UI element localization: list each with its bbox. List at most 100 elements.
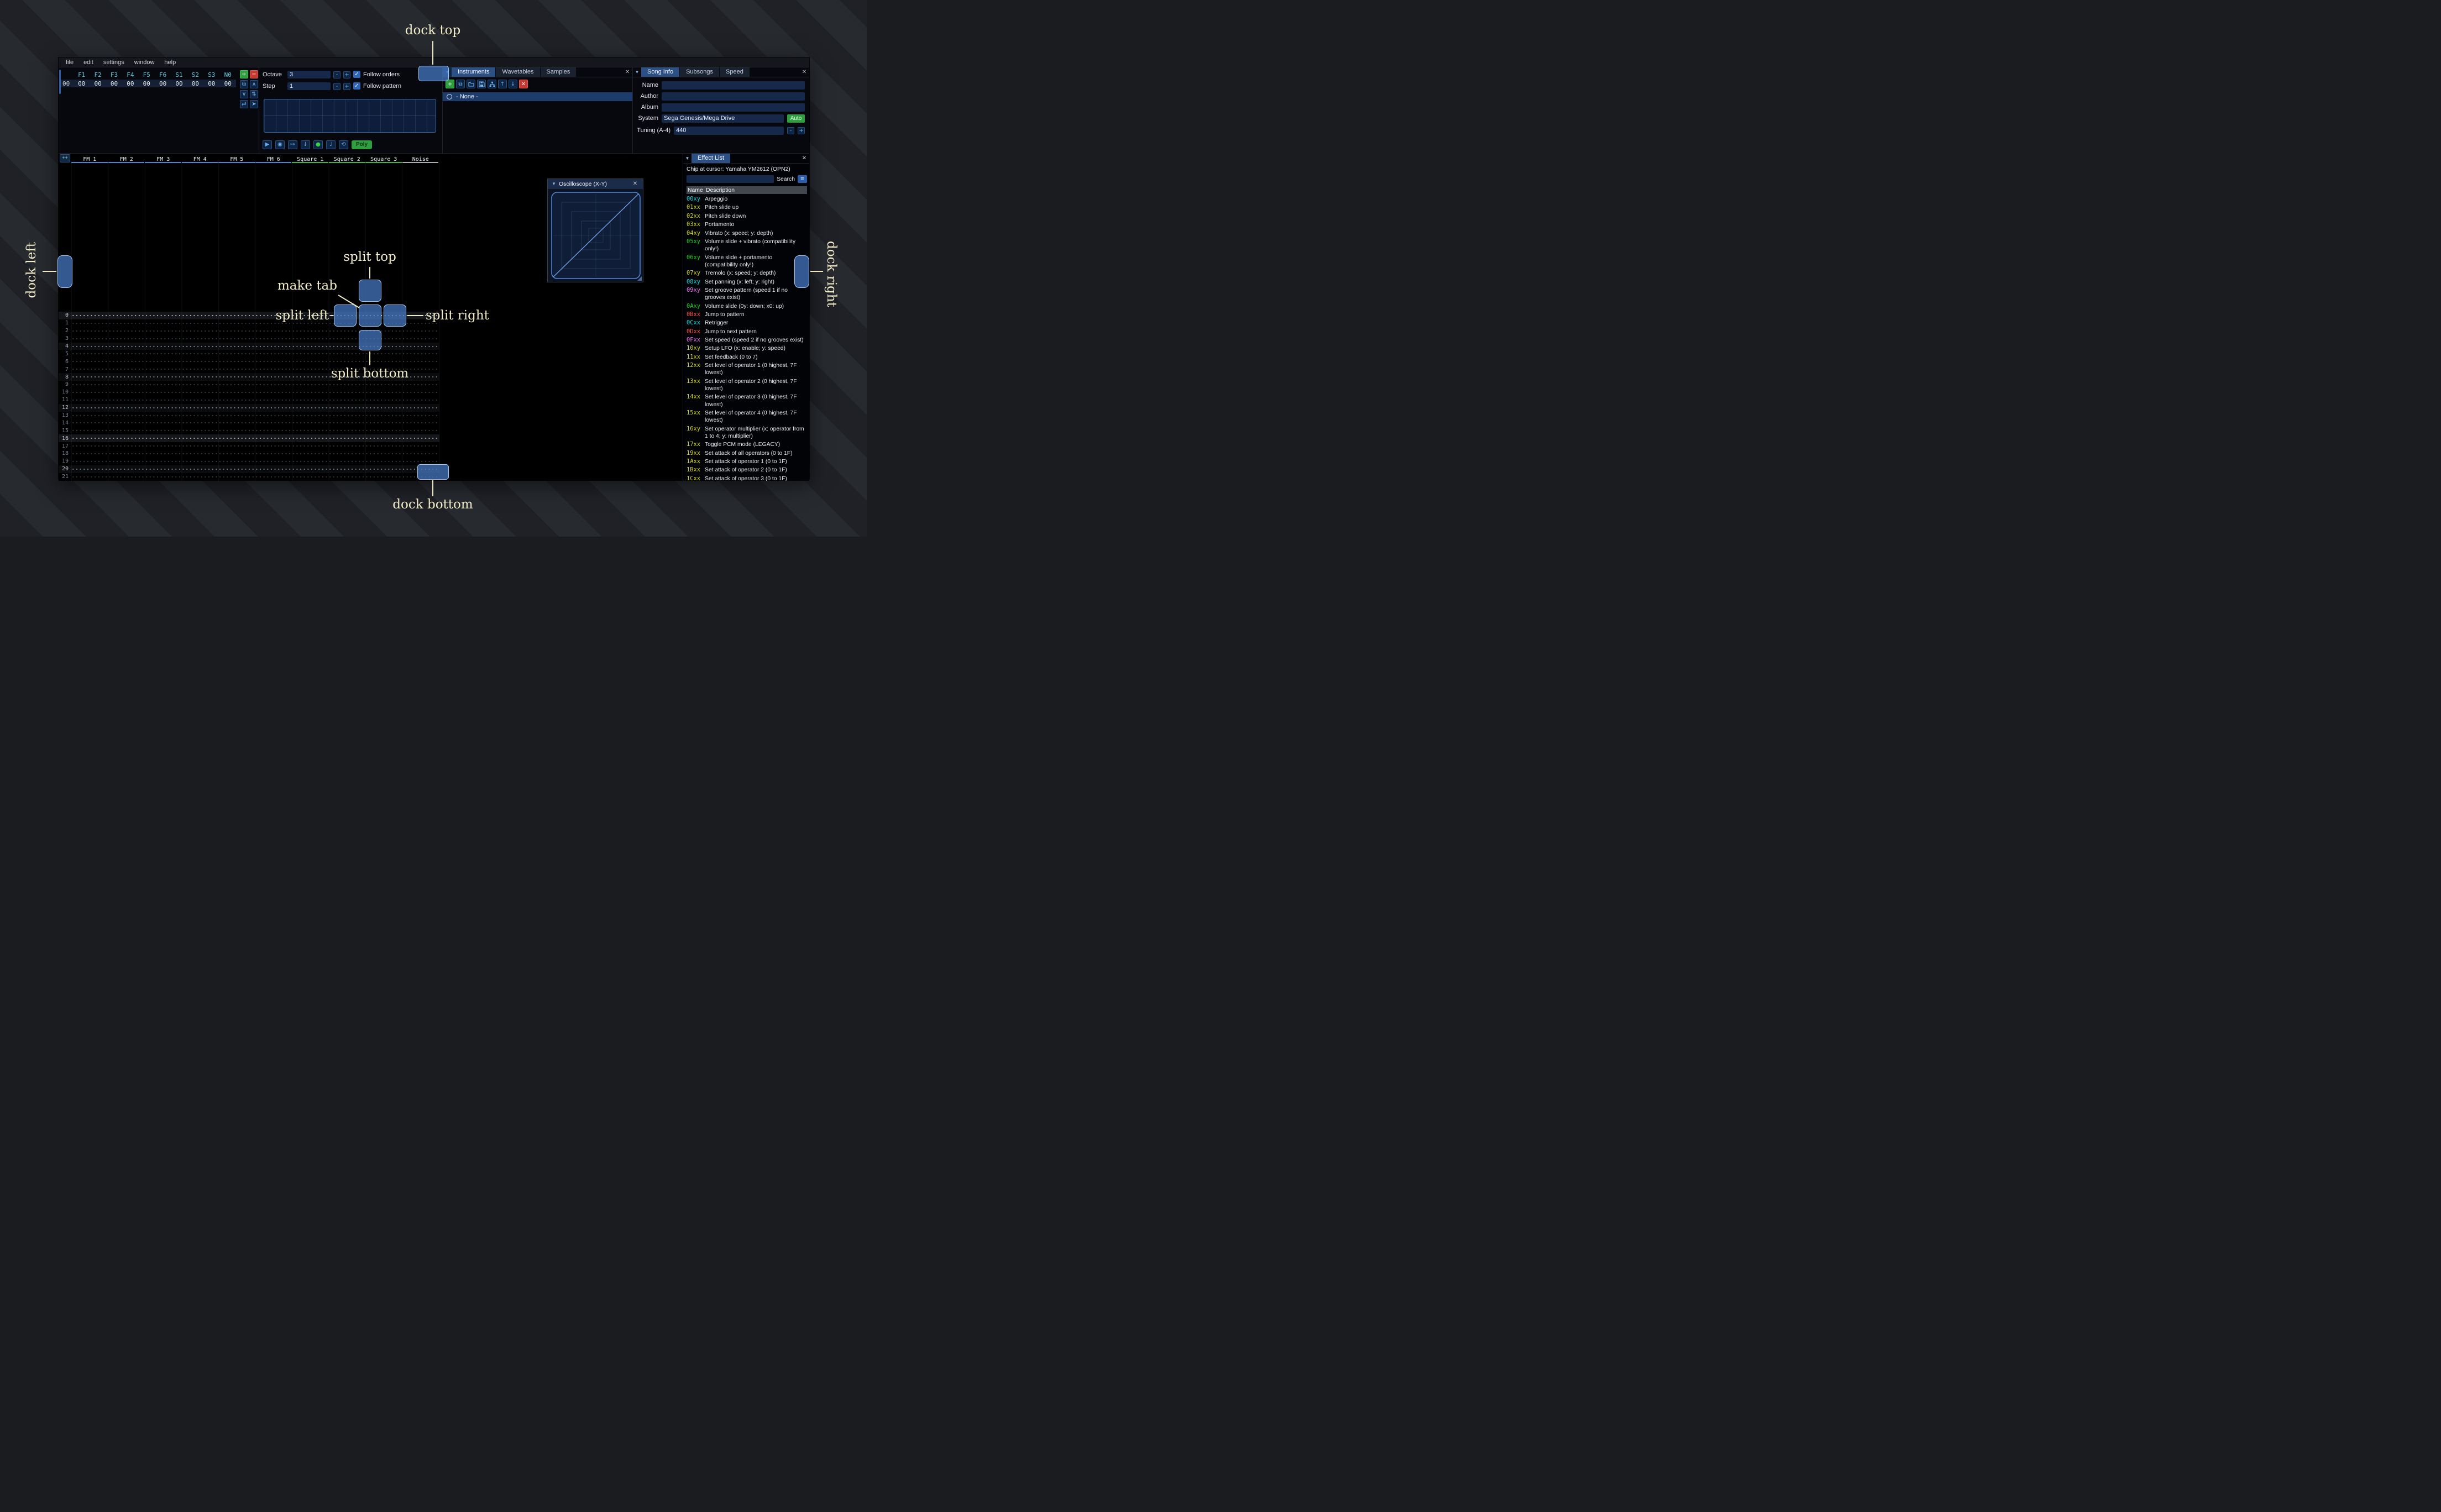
duplicate-order-end-button[interactable]: ⇅ xyxy=(250,90,258,98)
order-cell[interactable]: 00 xyxy=(155,80,171,87)
order-cell[interactable]: 00 xyxy=(139,80,155,87)
pattern-row[interactable]: 9 xyxy=(59,381,439,389)
follow-pattern-checkbox[interactable]: ✓ Follow pattern xyxy=(353,82,401,90)
effect-row[interactable]: 1Axx Set attack of operator 1 (0 to 1F) xyxy=(687,458,807,465)
effect-row[interactable]: 16xy Set operator multiplier (x: operato… xyxy=(687,426,807,440)
effect-row[interactable]: 01xx Pitch slide up xyxy=(687,204,807,211)
channel-header[interactable]: FM 4 xyxy=(181,154,219,163)
open-instrument-button[interactable] xyxy=(467,80,475,88)
tab[interactable]: Wavetables xyxy=(496,67,540,77)
pattern-row[interactable]: 11 xyxy=(59,396,439,404)
pattern-row-cells[interactable] xyxy=(71,427,439,435)
channel-header[interactable]: FM 6 xyxy=(255,154,292,163)
pattern-row-cells[interactable] xyxy=(71,334,439,343)
pattern-row[interactable]: 16 xyxy=(59,434,439,443)
effect-row[interactable]: 11xx Set feedback (0 to 7) xyxy=(687,354,807,361)
effect-row[interactable]: 0Bxx Jump to pattern xyxy=(687,311,807,318)
close-icon[interactable]: ✕ xyxy=(630,179,640,189)
make-tab-target[interactable] xyxy=(359,305,381,327)
effect-row[interactable]: 14xx Set level of operator 3 (0 highest,… xyxy=(687,393,807,408)
pattern-row[interactable]: 2 xyxy=(59,327,439,335)
effect-row[interactable]: 1Bxx Set attack of operator 2 (0 to 1F) xyxy=(687,466,807,474)
step-increase-button[interactable]: + xyxy=(343,82,350,90)
resize-grip[interactable] xyxy=(637,276,642,281)
menu-item[interactable]: help xyxy=(159,59,181,66)
change-all-orders-button[interactable]: ⇄ xyxy=(240,100,248,108)
piano-widget[interactable] xyxy=(264,99,436,133)
effect-row[interactable]: 0Cxx Retrigger xyxy=(687,319,807,327)
close-icon[interactable]: ✕ xyxy=(622,67,632,77)
octave-input[interactable] xyxy=(287,71,331,78)
tab[interactable]: Subsongs xyxy=(680,67,720,77)
pattern-row[interactable]: 12 xyxy=(59,403,439,412)
effect-row[interactable]: 03xx Portamento xyxy=(687,221,807,228)
search-input[interactable] xyxy=(687,175,774,183)
order-edit-mode-button[interactable]: ➤ xyxy=(250,100,258,108)
pattern-row-cells[interactable] xyxy=(71,419,439,427)
oscilloscope-window[interactable]: ▼ Oscilloscope (X-Y) ✕ xyxy=(547,179,643,282)
step-one-row-button[interactable]: ↦ xyxy=(288,140,297,149)
pattern-row[interactable]: 21 xyxy=(59,473,439,481)
pattern-row-cells[interactable] xyxy=(71,358,439,366)
channel-header[interactable]: Square 3 xyxy=(365,154,402,163)
instrument-organizer-icon[interactable] xyxy=(488,80,496,88)
order-cell[interactable]: 00 xyxy=(74,80,90,87)
effect-row[interactable]: 07xy Tremolo (x: speed; y: depth) xyxy=(687,270,807,277)
order-cell[interactable]: 00 xyxy=(203,80,219,87)
effect-row[interactable]: 15xx Set level of operator 4 (0 highest,… xyxy=(687,410,807,424)
pattern-row-cells[interactable] xyxy=(71,442,439,450)
pattern-row-cells[interactable] xyxy=(71,342,439,350)
effect-row[interactable]: 0Dxx Jump to next pattern xyxy=(687,328,807,335)
channel-header[interactable]: FM 1 xyxy=(71,154,108,163)
channel-header[interactable]: FM 5 xyxy=(218,154,255,163)
collapse-icon[interactable]: ▼ xyxy=(683,154,692,163)
tuning-field[interactable] xyxy=(674,126,784,135)
pattern-row[interactable]: 15 xyxy=(59,427,439,435)
order-cell[interactable]: 00 xyxy=(122,80,138,87)
author-field[interactable] xyxy=(662,92,805,101)
menu-item[interactable]: file xyxy=(61,59,78,66)
pattern-row[interactable]: 4 xyxy=(59,342,439,350)
effect-row[interactable]: 13xx Set level of operator 2 (0 highest,… xyxy=(687,378,807,392)
step-input[interactable] xyxy=(287,82,331,90)
stop-button[interactable]: ↓ xyxy=(301,140,310,149)
menu-item[interactable]: window xyxy=(129,59,160,66)
pattern-row-cells[interactable] xyxy=(71,450,439,458)
menu-item[interactable]: settings xyxy=(98,59,129,66)
effect-row[interactable]: 19xx Set attack of all operators (0 to 1… xyxy=(687,450,807,457)
effect-row[interactable]: 1Cxx Set attack of operator 3 (0 to 1F) xyxy=(687,475,807,481)
move-order-up-button[interactable]: ∧ xyxy=(250,80,258,88)
channel-header[interactable]: Square 2 xyxy=(328,154,366,163)
instrument-list-item[interactable]: - None - xyxy=(443,92,632,101)
effect-row[interactable]: 02xx Pitch slide down xyxy=(687,213,807,220)
order-cell[interactable]: 00 xyxy=(171,80,187,87)
duplicate-instrument-button[interactable]: ⧉ xyxy=(456,80,465,88)
pattern-row[interactable]: 3 xyxy=(59,334,439,343)
pattern-row-cells[interactable] xyxy=(71,388,439,396)
tab[interactable]: Song Info xyxy=(641,67,680,77)
pattern-row[interactable]: 1 xyxy=(59,319,439,327)
effect-row[interactable]: 0Fxx Set speed (speed 2 if no grooves ex… xyxy=(687,337,807,344)
oscilloscope-title-bar[interactable]: ▼ Oscilloscope (X-Y) ✕ xyxy=(548,179,643,189)
piano-upper-octaves[interactable] xyxy=(264,99,436,116)
octave-increase-button[interactable]: + xyxy=(343,71,350,78)
order-cell[interactable]: 00 xyxy=(90,80,106,87)
octave-decrease-button[interactable]: - xyxy=(333,71,341,78)
split-right-target[interactable] xyxy=(384,305,406,327)
order-cell[interactable]: 00 xyxy=(187,80,203,87)
effect-row[interactable]: 10xy Setup LFO (x: enable; y: speed) xyxy=(687,345,807,352)
poly-toggle-button[interactable]: Poly xyxy=(352,140,373,149)
pattern-row[interactable]: 19 xyxy=(59,457,439,465)
add-order-button[interactable]: + xyxy=(240,70,248,78)
pattern-row-cells[interactable] xyxy=(71,381,439,389)
dock-left-target[interactable] xyxy=(57,255,72,288)
pattern-row-cells[interactable] xyxy=(71,396,439,404)
repeat-pattern-button[interactable]: ⟲ xyxy=(339,140,348,149)
pattern-row[interactable]: 6 xyxy=(59,358,439,366)
order-row[interactable]: 00 00 00 00 00 00 00 00 00 00 00 xyxy=(60,80,236,87)
record-button[interactable]: ● xyxy=(313,140,323,149)
effect-row[interactable]: 00xy Arpeggio xyxy=(687,196,807,203)
move-order-down-button[interactable]: ∨ xyxy=(240,90,248,98)
effect-row[interactable]: 12xx Set level of operator 1 (0 highest,… xyxy=(687,362,807,376)
tab[interactable]: Samples xyxy=(540,67,577,77)
